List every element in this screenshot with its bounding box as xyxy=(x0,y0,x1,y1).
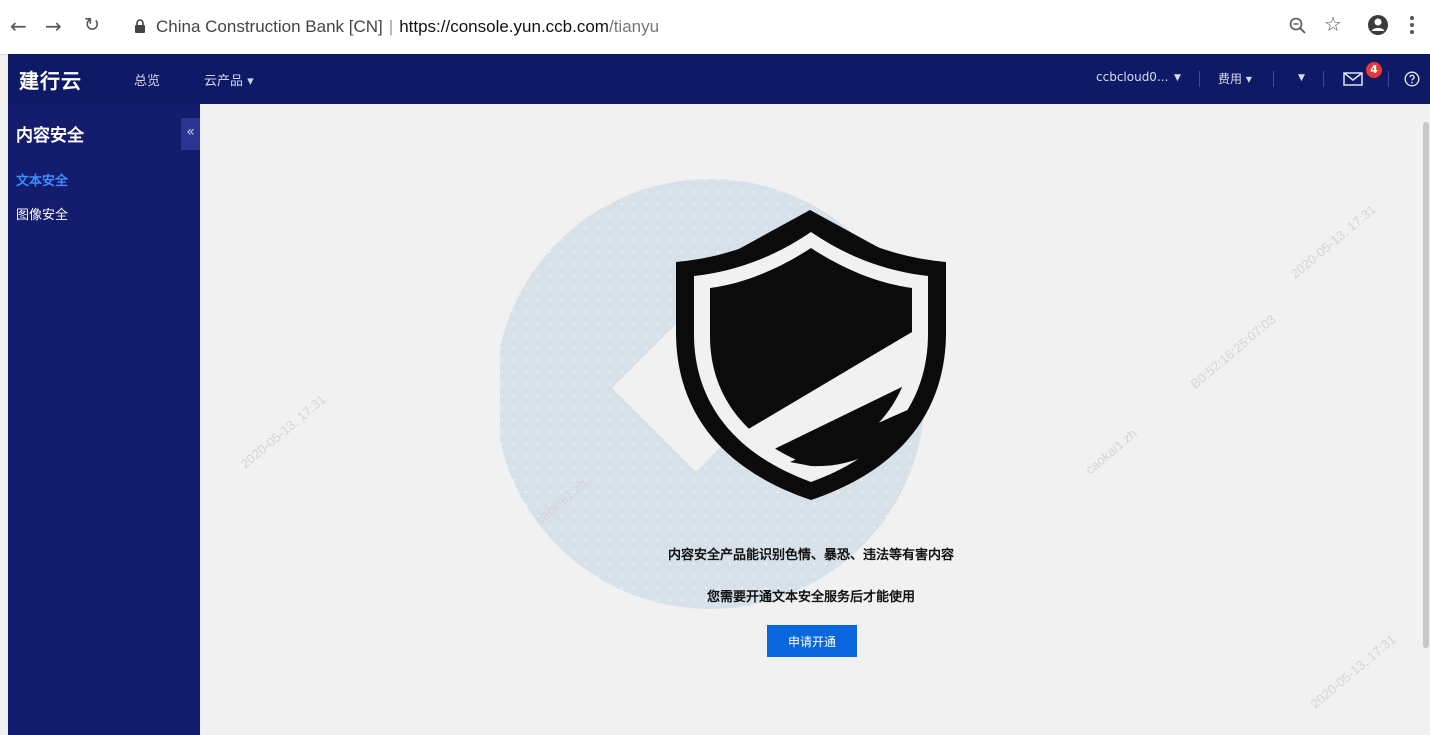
reload-icon[interactable]: ↻ xyxy=(84,14,100,36)
site-identity: China Construction Bank [CN] xyxy=(156,17,383,36)
fees-dropdown[interactable]: 费用 ▾ xyxy=(1218,70,1252,87)
url-path: /tianyu xyxy=(608,17,660,36)
apply-activation-button[interactable]: 申请开通 xyxy=(767,625,857,657)
divider xyxy=(1323,71,1324,87)
sidebar: 内容安全 « 文本安全 图像安全 xyxy=(8,104,200,735)
divider xyxy=(1273,71,1274,87)
app-header: 建行云 总览 云产品 ▾ ccbcloud0... ▼ 费用 ▾ ▼ 4 xyxy=(8,54,1430,104)
brand-logo[interactable]: 建行云 xyxy=(19,65,82,94)
url-host: https://console.yun.ccb.com xyxy=(399,17,609,36)
notice-text: 您需要开通文本安全服务后才能使用 xyxy=(706,590,915,605)
sidebar-item-text-security[interactable]: 文本安全 xyxy=(16,170,68,189)
divider xyxy=(1388,71,1389,87)
description-text: 内容安全产品能识别色情、暴恐、违法等有害内容 xyxy=(667,548,954,563)
forward-arrow-icon[interactable]: → xyxy=(45,14,62,38)
lock-icon xyxy=(135,19,145,33)
collapse-sidebar-button[interactable]: « xyxy=(181,118,200,150)
help-icon[interactable] xyxy=(1404,71,1420,87)
double-chevron-left-icon: « xyxy=(186,124,195,140)
browser-menu-icon[interactable] xyxy=(1409,15,1415,35)
shield-icon xyxy=(676,212,946,500)
account-name: ccbcloud0... xyxy=(1096,70,1169,84)
nav-cloud-products[interactable]: 云产品 ▾ xyxy=(204,70,254,89)
sidebar-title: 内容安全 xyxy=(16,126,84,146)
profile-icon[interactable] xyxy=(1367,14,1389,36)
divider xyxy=(1199,71,1200,87)
scrollbar-thumb[interactable] xyxy=(1423,122,1429,648)
chevron-down-icon[interactable]: ▼ xyxy=(1298,73,1305,83)
mail-icon[interactable] xyxy=(1343,72,1363,86)
bookmark-star-icon[interactable]: ☆ xyxy=(1324,12,1342,36)
watermark-timestamp: 2020-05-13, 17:31 xyxy=(1307,631,1399,712)
watermark-timestamp: 2020-05-13, 17:31 xyxy=(237,391,329,472)
address-bar[interactable]: China Construction Bank [CN] | https://con… xyxy=(156,13,659,41)
chevron-down-icon[interactable]: ▼ xyxy=(1174,73,1181,83)
watermark-user: caokai1.zh xyxy=(1082,425,1140,478)
back-arrow-icon[interactable]: ← xyxy=(10,14,27,38)
notification-badge: 4 xyxy=(1366,62,1382,78)
watermark-timestamp: 2020-05-13, 17:31 xyxy=(1287,201,1379,282)
watermark-mac: B0:52:16:25:07:03 xyxy=(1187,311,1279,392)
browser-toolbar: ← → ↻ China Construction Bank [CN] | https… xyxy=(0,0,1430,55)
zoom-icon[interactable] xyxy=(1289,17,1307,35)
main-content: 内容安全产品能识别色情、暴恐、违法等有害内容 您需要开通文本安全服务后才能使用 … xyxy=(200,104,1422,735)
account-dropdown[interactable]: ccbcloud0... xyxy=(1096,70,1168,84)
sidebar-item-image-security[interactable]: 图像安全 xyxy=(16,204,68,223)
nav-overview[interactable]: 总览 xyxy=(134,70,160,89)
